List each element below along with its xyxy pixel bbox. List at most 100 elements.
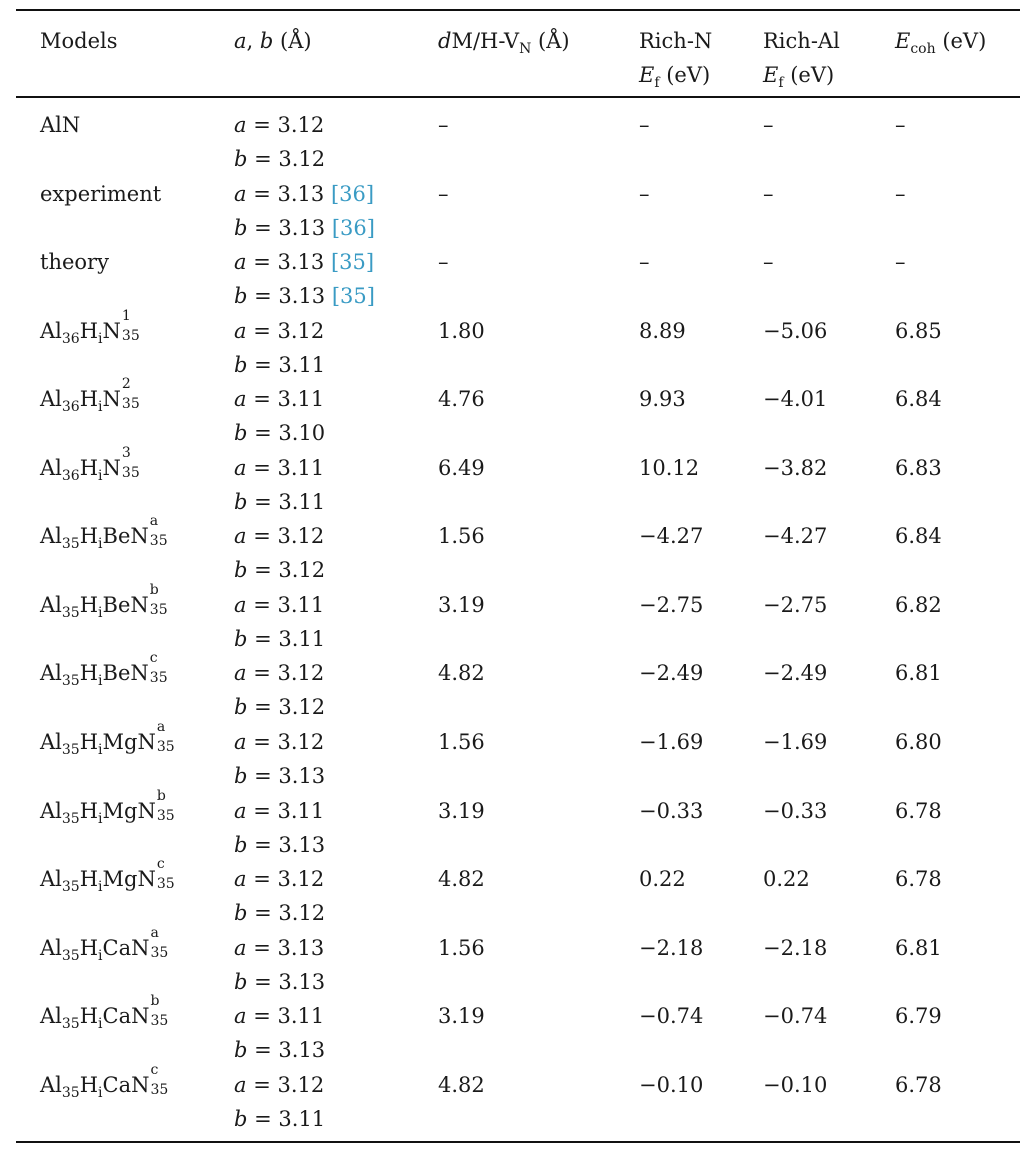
- lattice-a: a = 3.11: [234, 455, 325, 480]
- lattice-a: a = 3.12: [234, 867, 325, 892]
- cell-rich-al: −0.10: [763, 1072, 828, 1097]
- lattice-b: b = 3.13 [36]: [234, 215, 375, 240]
- cell-distance: –: [438, 113, 449, 137]
- citation-link[interactable]: [36]: [331, 182, 374, 206]
- cell-ecoh: 6.84: [895, 524, 942, 549]
- cell-lattice: a = 3.11 b = 3.13: [234, 794, 325, 862]
- lattice-b: b = 3.12: [234, 558, 326, 583]
- model-formula: Al35HiMgN a 35: [40, 718, 175, 759]
- cell-rich-n: −1.69: [639, 729, 704, 754]
- lattice-a: a = 3.12: [234, 1072, 325, 1097]
- model-formula: Al35HiCaN b 35: [40, 993, 169, 1033]
- cell-rich-al: −1.69: [763, 729, 828, 754]
- cell-rich-n: −0.74: [639, 1004, 704, 1029]
- cell-ecoh: –: [895, 113, 906, 137]
- cell-model: Al35HiCaN c 35: [40, 1061, 172, 1102]
- cell-rich-n: –: [639, 113, 650, 137]
- cell-model: Al35HiMgN b 35: [40, 789, 178, 828]
- cell-rich-n: −2.49: [639, 661, 704, 686]
- cell-rich-al: −3.82: [763, 455, 828, 480]
- cell-model: Al35HiBeN b 35: [40, 581, 171, 622]
- lattice-a: a = 3.12: [234, 113, 325, 137]
- model-formula: Al35HiBeN a 35: [40, 513, 168, 553]
- cell-distance: 1.56: [438, 729, 485, 754]
- cell-rich-n: 10.12: [639, 455, 700, 480]
- lattice-b: b = 3.13: [234, 1038, 326, 1063]
- cell-rich-al: −2.49: [763, 661, 828, 686]
- cell-model: theory: [40, 245, 109, 279]
- cell-lattice: a = 3.13 [35] b = 3.13 [35]: [234, 245, 375, 313]
- lattice-a: a = 3.13 [36]: [234, 181, 375, 206]
- model-formula: Al35HiMgN c 35: [40, 856, 175, 896]
- cell-rich-n: 9.93: [639, 387, 686, 412]
- cell-model: Al35HiMgN a 35: [40, 718, 178, 759]
- cell-model: Al35HiCaN a 35: [40, 924, 172, 965]
- cell-ecoh: 6.81: [895, 935, 942, 960]
- model-formula: Al35HiBeN c 35: [40, 650, 168, 690]
- cell-rich-n: −0.10: [639, 1072, 704, 1097]
- table-top-rule: [16, 9, 1020, 11]
- lattice-a: a = 3.11: [234, 1004, 325, 1029]
- cell-ecoh: 6.81: [895, 661, 942, 686]
- table-row: Al35HiBeN a 35 a = 3.12 b = 3.12 1.56 −4.27 −4.…: [0, 513, 1034, 588]
- table-row: Al35HiCaN b 35 a = 3.11 b = 3.13 3.19 −0.74 −0.…: [0, 993, 1034, 1068]
- cell-model: AlN: [40, 108, 80, 142]
- cell-rich-n: −2.75: [639, 592, 704, 617]
- cell-ecoh: 6.82: [895, 592, 942, 617]
- model-formula: Al35HiBeN b 35: [40, 581, 168, 622]
- lattice-b: b = 3.11: [234, 1106, 326, 1131]
- model-name: AlN: [40, 113, 81, 137]
- citation-link[interactable]: [36]: [332, 216, 375, 240]
- cell-rich-al: −4.01: [763, 387, 828, 412]
- table-row: Al36HiN 2 35 a = 3.11 b = 3.10 4.76 9.93 −4.01 6…: [0, 376, 1034, 451]
- header-rich-al: Rich-Al Ef (eV): [763, 29, 840, 92]
- header-models: Models: [40, 29, 118, 53]
- cell-lattice: a = 3.12 b = 3.11: [234, 1068, 325, 1136]
- cell-lattice: a = 3.12 b = 3.12: [234, 862, 325, 930]
- model-formula: Al36HiN 1 35: [40, 307, 140, 347]
- lattice-b: b = 3.12: [234, 695, 326, 720]
- lattice-a: a = 3.13: [234, 935, 325, 960]
- citation-link[interactable]: [35]: [332, 284, 375, 308]
- cell-model: Al36HiN 3 35: [40, 444, 143, 485]
- table-row: Al35HiMgN c 35 a = 3.12 b = 3.12 4.82 0.22 0.22…: [0, 856, 1034, 931]
- cell-rich-n: –: [639, 181, 650, 206]
- model-formula: Al35HiCaN a 35: [40, 924, 169, 964]
- cell-ecoh: 6.83: [895, 455, 942, 480]
- cell-lattice: a = 3.12 b = 3.12: [234, 108, 325, 176]
- table-row: AlN a = 3.12 b = 3.12 – – – –: [0, 108, 1034, 177]
- lattice-b: b = 3.13: [234, 763, 326, 788]
- lattice-b: b = 3.11: [234, 626, 326, 651]
- cell-rich-al: −4.27: [763, 524, 828, 549]
- cell-lattice: a = 3.11 b = 3.10: [234, 382, 325, 450]
- cell-rich-n: 8.89: [639, 318, 686, 343]
- lattice-a: a = 3.12: [234, 524, 325, 549]
- lattice-b: b = 3.13 [35]: [234, 284, 375, 309]
- citation-link[interactable]: [35]: [331, 250, 374, 274]
- cell-lattice: a = 3.11 b = 3.11: [234, 451, 325, 519]
- cell-lattice: a = 3.12 b = 3.13: [234, 725, 325, 793]
- cell-lattice: a = 3.12 b = 3.11: [234, 314, 325, 382]
- lattice-b: b = 3.12: [234, 147, 326, 171]
- lattice-a: a = 3.11: [234, 798, 325, 823]
- table-row: experiment a = 3.13 [36] b = 3.13 [36] – – – –: [0, 177, 1034, 246]
- cell-lattice: a = 3.13 [36] b = 3.13 [36]: [234, 177, 375, 245]
- cell-distance: 4.82: [438, 1072, 485, 1097]
- cell-ecoh: 6.78: [895, 1072, 942, 1097]
- cell-ecoh: 6.85: [895, 318, 942, 343]
- lattice-b: b = 3.11: [234, 489, 326, 514]
- lattice-a: a = 3.11: [234, 387, 325, 412]
- model-formula: Al36HiN 3 35: [40, 444, 140, 484]
- table-row: Al36HiN 3 35 a = 3.11 b = 3.11 6.49 10.12 −3.82…: [0, 444, 1034, 520]
- model-formula: Al35HiCaN c 35: [40, 1061, 169, 1101]
- cell-rich-n: −4.27: [639, 524, 704, 549]
- cell-rich-al: −0.33: [763, 798, 828, 823]
- table-row: Al36HiN 1 35 a = 3.12 b = 3.11 1.80 8.89 −5.06 6…: [0, 307, 1034, 383]
- cell-rich-al: –: [763, 250, 774, 275]
- cell-model: Al36HiN 2 35: [40, 376, 143, 416]
- cell-distance: 1.56: [438, 935, 485, 960]
- model-formula: Al36HiN 2 35: [40, 376, 140, 416]
- lattice-b: b = 3.10: [234, 421, 326, 446]
- cell-ecoh: 6.84: [895, 387, 942, 412]
- table-row: Al35HiCaN c 35 a = 3.12 b = 3.11 4.82 −0.10 −0.…: [0, 1061, 1034, 1137]
